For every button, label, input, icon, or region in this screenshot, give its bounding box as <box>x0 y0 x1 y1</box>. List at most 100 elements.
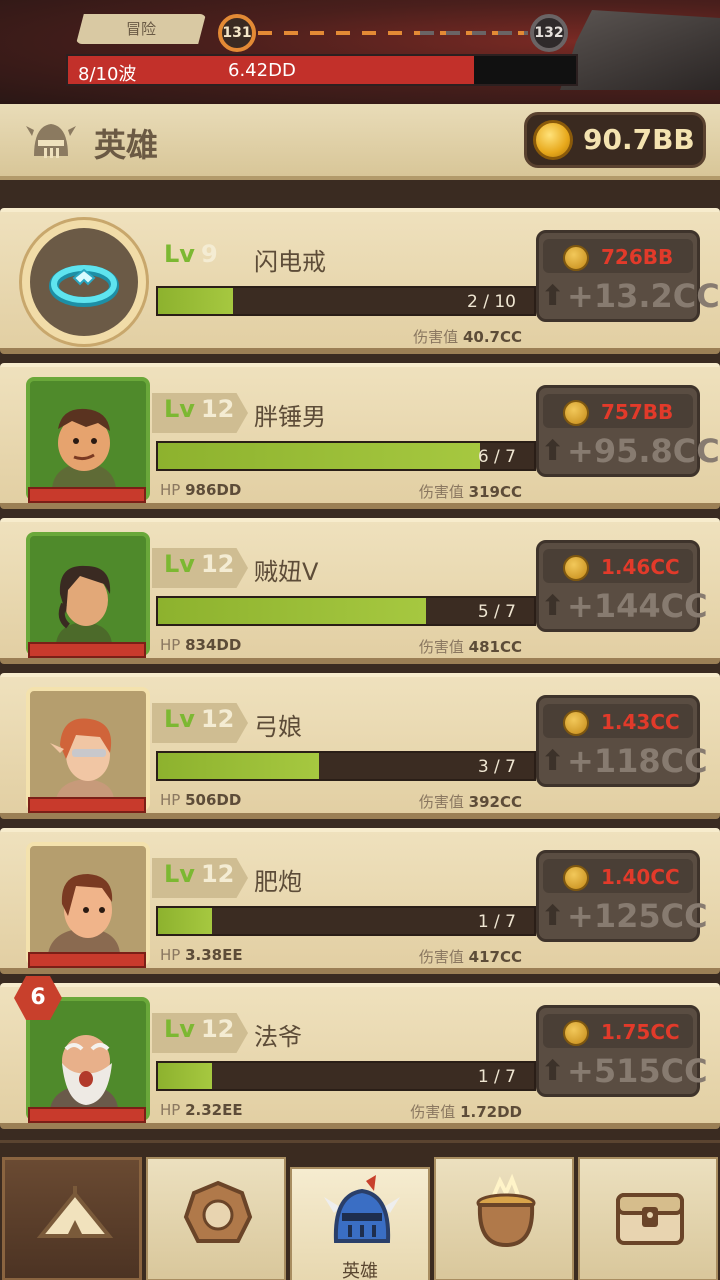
hero-name: 弓娘 <box>254 713 302 741</box>
hero-name: 法爷 <box>254 1023 302 1051</box>
xp-bar: 5 / 7 <box>156 596 536 626</box>
xp-fill <box>158 443 481 469</box>
level-label: Lv 12 <box>164 550 235 578</box>
arrow-up-icon: ⬆ <box>541 589 565 622</box>
upgrade-cost: 1.43CC <box>543 704 693 738</box>
coin-icon <box>563 400 589 426</box>
coin-icon <box>563 1020 589 1046</box>
lightning-ring-icon <box>49 265 119 307</box>
cost-value: 1.46CC <box>601 555 680 579</box>
xp-text: 2 / 10 <box>467 292 516 312</box>
damage-gain: +144CC <box>567 587 708 625</box>
hero-panel-header: 英雄 90.7BB <box>0 104 720 180</box>
xp-fill <box>158 598 427 624</box>
upgrade-button[interactable]: 1.40CC ⬆ +125CC <box>536 850 708 942</box>
xp-text: 3 / 7 <box>477 757 516 777</box>
archer-girl-avatar <box>50 718 114 799</box>
xp-bar: 1 / 7 <box>156 906 536 936</box>
gold-coin-icon <box>533 120 573 160</box>
xp-text: 6 / 7 <box>477 447 516 467</box>
ring-portrait[interactable] <box>22 220 146 344</box>
wave-count: 8/10波 <box>78 64 137 85</box>
damage-gain: +515CC <box>567 1052 708 1090</box>
arrow-up-icon: ⬆ <box>541 434 565 467</box>
upgrade-button[interactable]: 757BB ⬆ +95.8CC <box>536 385 720 477</box>
hero-portrait[interactable] <box>26 842 150 968</box>
hero-list[interactable]: Lv 9 闪电戒 2 / 10 伤害值 40.7CC 726BB ⬆ +13.2C… <box>0 180 720 1140</box>
hero-health-bar <box>28 1107 146 1123</box>
damage-stat: 伤害值 40.7CC <box>413 328 522 346</box>
damage-stat: 伤害值 417CC <box>418 948 522 966</box>
damage-gain: +13.2CC <box>567 277 720 315</box>
xp-text: 5 / 7 <box>477 602 516 622</box>
upgrade-cost: 1.46CC <box>543 549 693 583</box>
arrow-up-icon: ⬆ <box>541 899 565 932</box>
arrow-up-icon: ⬆ <box>541 279 565 312</box>
xp-text: 1 / 7 <box>477 1067 516 1087</box>
list-item-ring: Lv 9 闪电戒 2 / 10 伤害值 40.7CC 726BB ⬆ +13.2C… <box>0 208 720 354</box>
level-label: Lv 12 <box>164 395 235 423</box>
damage-gain: +118CC <box>567 742 708 780</box>
coin-icon <box>563 245 589 271</box>
level-label: Lv 9 <box>164 240 218 268</box>
damage-stat: 伤害值 392CC <box>418 793 522 811</box>
tab-chest[interactable] <box>578 1157 718 1280</box>
wave-progress-bar: 8/10波 6.42DD <box>66 54 578 86</box>
tab-relics[interactable] <box>146 1157 286 1280</box>
hero-portrait[interactable] <box>26 687 150 813</box>
coin-icon <box>563 865 589 891</box>
damage-stat: 伤害值 481CC <box>418 638 522 656</box>
list-item-hero: Lv 12 弓娘 3 / 7 HP 506DD 伤害值 392CC 1.43CC … <box>0 673 720 819</box>
upgrade-button[interactable]: 1.46CC ⬆ +144CC <box>536 540 708 632</box>
camp-icon <box>36 1186 114 1238</box>
current-stage-node: 131 <box>218 14 256 52</box>
upgrade-cost: 1.75CC <box>543 1014 693 1048</box>
damage-gain: +95.8CC <box>567 432 720 470</box>
upgrade-button[interactable]: 1.75CC ⬆ +515CC <box>536 1005 708 1097</box>
tab-heroes[interactable]: 英雄 <box>290 1167 430 1280</box>
level-label: Lv 12 <box>164 860 235 888</box>
next-stage-node: 132 <box>530 14 568 52</box>
hp-stat: HP 986DD <box>160 481 242 499</box>
relic-icon <box>183 1180 253 1243</box>
xp-fill <box>158 753 319 779</box>
tab-camp[interactable] <box>2 1157 142 1280</box>
cost-value: 726BB <box>601 245 674 269</box>
cannon-guy-avatar <box>48 874 120 954</box>
hero-helmet-icon <box>324 1175 400 1243</box>
list-item-hero: Lv 12 贼妞V 5 / 7 HP 834DD 伤害值 481CC 1.46CC… <box>0 518 720 664</box>
upgrade-button[interactable]: 726BB ⬆ +13.2CC <box>536 230 720 322</box>
tab-alchemy[interactable] <box>434 1157 574 1280</box>
hero-health-bar <box>28 487 146 503</box>
cost-value: 1.40CC <box>601 865 680 889</box>
cost-value: 1.43CC <box>601 710 680 734</box>
level-label: Lv 12 <box>164 705 235 733</box>
xp-fill <box>158 288 234 314</box>
coin-icon <box>563 555 589 581</box>
stage-progress-path-remaining <box>420 31 528 35</box>
hero-portrait[interactable] <box>26 377 150 503</box>
cauldron-icon <box>476 1173 536 1248</box>
xp-bar: 1 / 7 <box>156 1061 536 1091</box>
background-rock <box>560 10 720 90</box>
xp-bar: 2 / 10 <box>156 286 536 316</box>
upgrade-button[interactable]: 1.43CC ⬆ +118CC <box>536 695 708 787</box>
bottom-nav: 英雄 <box>0 1140 720 1280</box>
hero-health-bar <box>28 642 146 658</box>
hp-stat: HP 3.38EE <box>160 946 243 964</box>
upgrade-cost: 757BB <box>543 394 693 428</box>
thief-girl-avatar <box>56 565 112 644</box>
damage-gain: +125CC <box>567 897 708 935</box>
cost-value: 1.75CC <box>601 1020 680 1044</box>
hero-portrait[interactable] <box>26 532 150 658</box>
page-title: 英雄 <box>94 126 159 164</box>
xp-bar: 6 / 7 <box>156 441 536 471</box>
xp-text: 1 / 7 <box>477 912 516 932</box>
hp-stat: HP 506DD <box>160 791 242 809</box>
xp-bar: 3 / 7 <box>156 751 536 781</box>
treasure-chest-icon <box>616 1193 684 1245</box>
hp-stat: HP 2.32EE <box>160 1101 243 1119</box>
hero-name: 贼妞V <box>254 558 319 586</box>
adventure-tag[interactable]: 冒险 <box>76 14 206 44</box>
xp-fill <box>158 1063 212 1089</box>
